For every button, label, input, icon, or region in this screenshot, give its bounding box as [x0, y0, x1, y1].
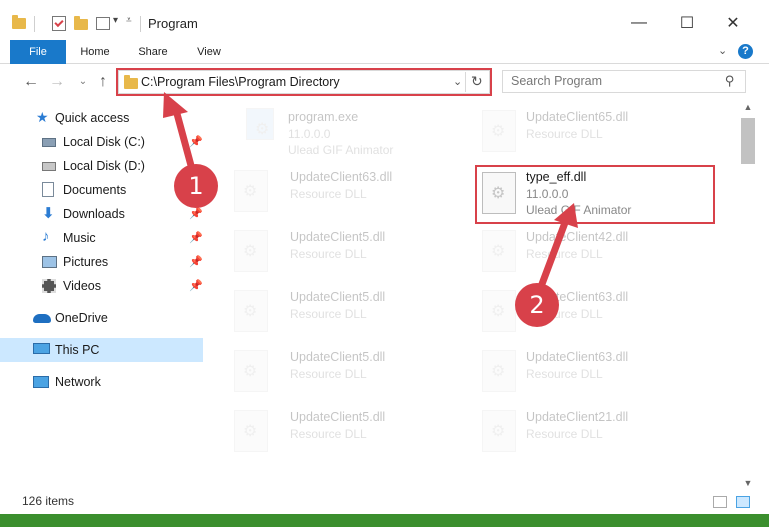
step-badge-2: 2: [515, 283, 559, 327]
annotation-arrows: [163, 92, 578, 304]
arrow-1-head: [163, 92, 188, 118]
step-badge-1: 1: [174, 164, 218, 208]
